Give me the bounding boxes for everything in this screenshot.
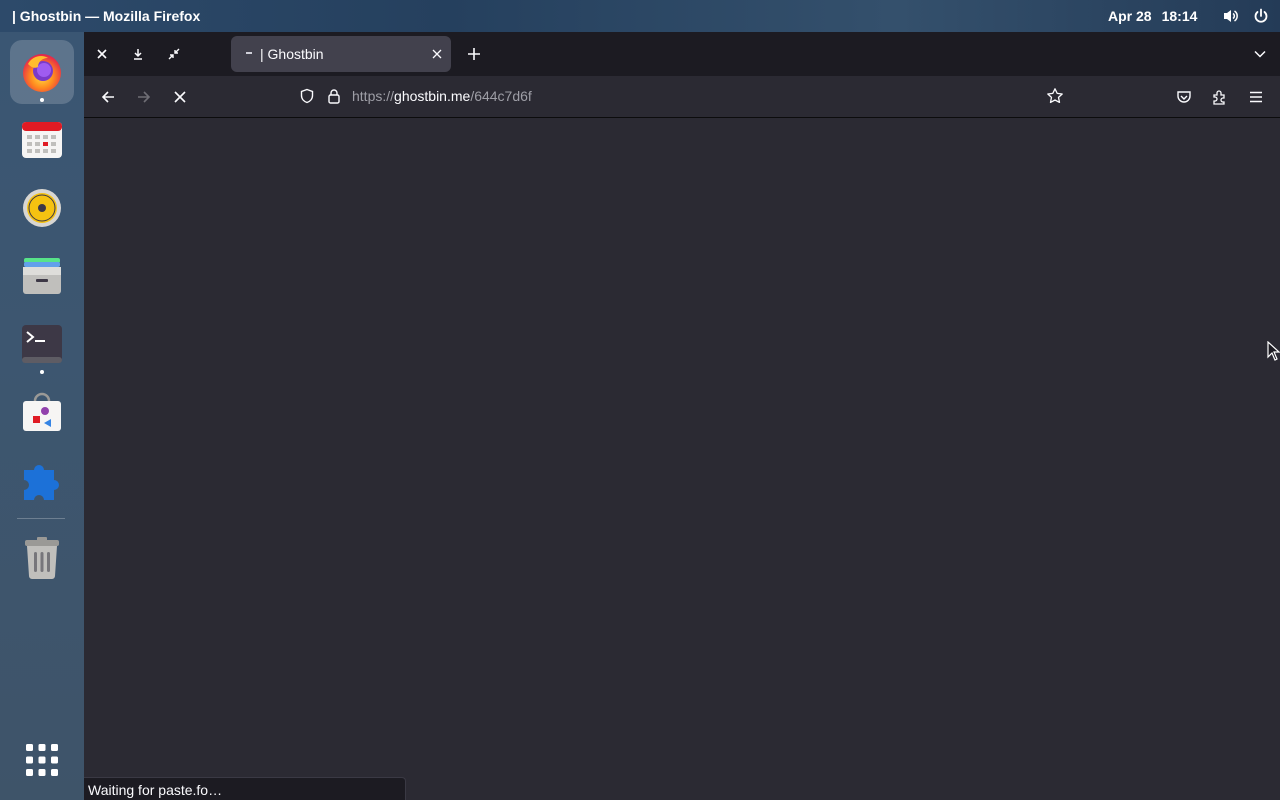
tracking-protection-shield-icon[interactable] bbox=[299, 88, 315, 109]
tab-close-button[interactable] bbox=[427, 44, 447, 64]
list-all-tabs-button[interactable] bbox=[1248, 42, 1272, 66]
window-restore-button[interactable] bbox=[162, 42, 186, 66]
app-menu-button[interactable] bbox=[1243, 84, 1269, 110]
loading-throbber-icon bbox=[245, 49, 253, 57]
running-indicator bbox=[40, 98, 44, 102]
chevron-down-icon bbox=[1254, 50, 1266, 58]
software-bag-icon bbox=[23, 392, 61, 431]
terminal-icon bbox=[22, 325, 62, 363]
dock-separator bbox=[17, 518, 65, 519]
pocket-icon bbox=[1177, 91, 1191, 103]
dock-calendar[interactable] bbox=[10, 108, 74, 172]
file-cabinet-icon bbox=[23, 258, 61, 294]
status-panel: Waiting for paste.fo… bbox=[84, 777, 406, 800]
status-text: Waiting for paste.fo… bbox=[88, 782, 223, 798]
url-domain: ghostbin.me bbox=[394, 88, 471, 104]
url-path: /644c7d6f bbox=[470, 88, 532, 104]
page-content[interactable] bbox=[84, 118, 1280, 800]
trash-icon bbox=[25, 537, 59, 579]
stop-button[interactable] bbox=[167, 84, 193, 110]
download-icon bbox=[134, 49, 142, 60]
active-window-title[interactable]: | Ghostbin — Mozilla Firefox bbox=[12, 8, 200, 24]
volume-icon[interactable] bbox=[1222, 7, 1240, 25]
url-text[interactable]: https://ghostbin.me/644c7d6f bbox=[352, 88, 532, 104]
extensions-button[interactable] bbox=[1207, 84, 1233, 110]
dock-trash[interactable] bbox=[10, 526, 74, 590]
window-minimize-button[interactable] bbox=[126, 42, 150, 66]
calendar-icon bbox=[22, 122, 62, 158]
dock-firefox[interactable] bbox=[10, 40, 74, 104]
app-grid-icon bbox=[26, 744, 58, 776]
clock-time: 18:14 bbox=[1161, 8, 1198, 24]
lock-icon[interactable] bbox=[327, 88, 341, 109]
pocket-button[interactable] bbox=[1171, 84, 1197, 110]
tab-title: | Ghostbin bbox=[260, 46, 324, 62]
window-close-button[interactable] bbox=[90, 42, 114, 66]
tab-bar: | Ghostbin bbox=[84, 32, 1280, 76]
clock-date: Apr 28 bbox=[1108, 8, 1152, 24]
arrow-right-icon bbox=[138, 91, 151, 103]
rhythmbox-icon bbox=[23, 189, 61, 227]
forward-button[interactable] bbox=[131, 84, 157, 110]
menu-icon bbox=[1250, 91, 1262, 103]
clock[interactable]: Apr 28 18:14 bbox=[1108, 8, 1207, 24]
close-icon bbox=[432, 49, 442, 59]
bookmark-star-icon[interactable] bbox=[1046, 87, 1064, 110]
running-indicator bbox=[40, 370, 44, 374]
power-icon[interactable] bbox=[1252, 7, 1270, 25]
stop-icon bbox=[174, 91, 186, 103]
dock-terminal[interactable] bbox=[10, 312, 74, 376]
new-tab-button[interactable] bbox=[462, 42, 486, 66]
url-bar[interactable]: https://ghostbin.me/644c7d6f bbox=[290, 80, 1166, 112]
dock bbox=[0, 32, 84, 800]
show-apps-button[interactable] bbox=[10, 728, 74, 792]
arrow-left-icon bbox=[101, 91, 114, 103]
system-top-bar: | Ghostbin — Mozilla Firefox Apr 28 18:14 bbox=[0, 0, 1280, 32]
plus-icon bbox=[468, 48, 480, 60]
navigation-toolbar: https://ghostbin.me/644c7d6f bbox=[84, 76, 1280, 118]
restore-icon bbox=[168, 48, 180, 60]
close-icon bbox=[97, 49, 107, 59]
firefox-icon bbox=[23, 54, 61, 92]
extensions-icon bbox=[1213, 90, 1225, 105]
mouse-pointer-icon bbox=[1267, 340, 1280, 366]
tab-ghostbin[interactable]: | Ghostbin bbox=[231, 36, 451, 72]
puzzle-piece-icon bbox=[24, 465, 59, 500]
url-scheme: https:// bbox=[352, 88, 395, 104]
dock-files[interactable] bbox=[10, 244, 74, 308]
dock-software[interactable] bbox=[10, 380, 74, 444]
dock-rhythmbox[interactable] bbox=[10, 176, 74, 240]
dock-extensions[interactable] bbox=[10, 448, 74, 512]
back-button[interactable] bbox=[95, 84, 121, 110]
